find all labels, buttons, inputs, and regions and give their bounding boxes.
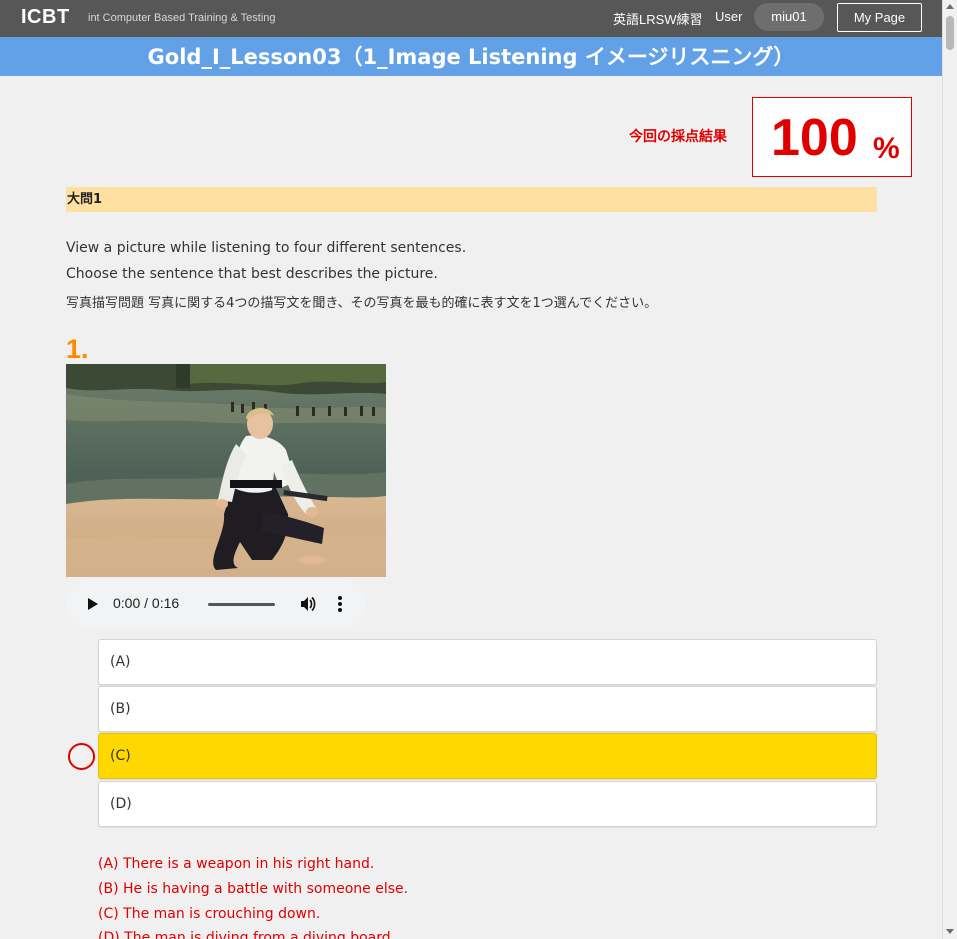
question-photo-illustration (66, 364, 386, 577)
question-photo (66, 364, 386, 577)
instruction-line-2: Choose the sentence that best describes … (66, 266, 438, 282)
choice-c[interactable]: (C) (98, 733, 877, 779)
audio-player: 0:00 / 0:16 (66, 579, 366, 629)
answer-c: (C) The man is crouching down. (98, 906, 321, 922)
answer-d: (D) The man is diving from a diving boar… (98, 930, 396, 939)
question-number: 1. (66, 334, 89, 364)
audio-seek-bar[interactable] (208, 603, 275, 606)
choice-b[interactable]: (B) (98, 686, 877, 732)
app-logo[interactable]: ICBT (21, 6, 70, 29)
score-unit: % (873, 132, 900, 165)
my-page-button[interactable]: My Page (837, 3, 922, 32)
volume-icon-graphic (301, 596, 316, 612)
answer-a: (A) There is a weapon in his right hand. (98, 856, 375, 872)
user-label: User (715, 9, 743, 24)
score-value: 100 (771, 109, 858, 167)
choice-d[interactable]: (D) (98, 781, 877, 827)
page-scrollbar[interactable] (942, 0, 957, 939)
scrollbar-thumb[interactable] (946, 16, 954, 50)
correct-circle-icon (68, 743, 95, 770)
top-header: ICBT int Computer Based Training & Testi… (0, 0, 942, 37)
app-tagline: int Computer Based Training & Testing (88, 12, 276, 24)
play-icon[interactable] (88, 598, 98, 610)
scroll-down-arrow-icon[interactable] (946, 929, 954, 934)
lesson-title: Gold_I_Lesson03（1_Image Listening イメージリス… (0, 37, 942, 76)
volume-icon[interactable] (299, 595, 317, 613)
section-title: 大問1 (66, 187, 877, 212)
score-box: 100 % (752, 97, 912, 177)
audio-time: 0:00 / 0:16 (113, 595, 180, 611)
score-label: 今回の採点結果 (629, 129, 727, 145)
instruction-line-1: View a picture while listening to four d… (66, 240, 467, 256)
course-name: 英語LRSW練習 (613, 12, 703, 27)
scroll-up-arrow-icon[interactable] (946, 4, 954, 9)
more-options-icon[interactable] (338, 596, 342, 612)
instruction-line-3: 写真描写問題 写真に関する4つの描写文を聞き、その写真を最も的確に表す文を1つ選… (66, 296, 658, 311)
choice-a[interactable]: (A) (98, 639, 877, 685)
username-badge: miu01 (754, 3, 824, 31)
answer-b: (B) He is having a battle with someone e… (98, 881, 409, 897)
